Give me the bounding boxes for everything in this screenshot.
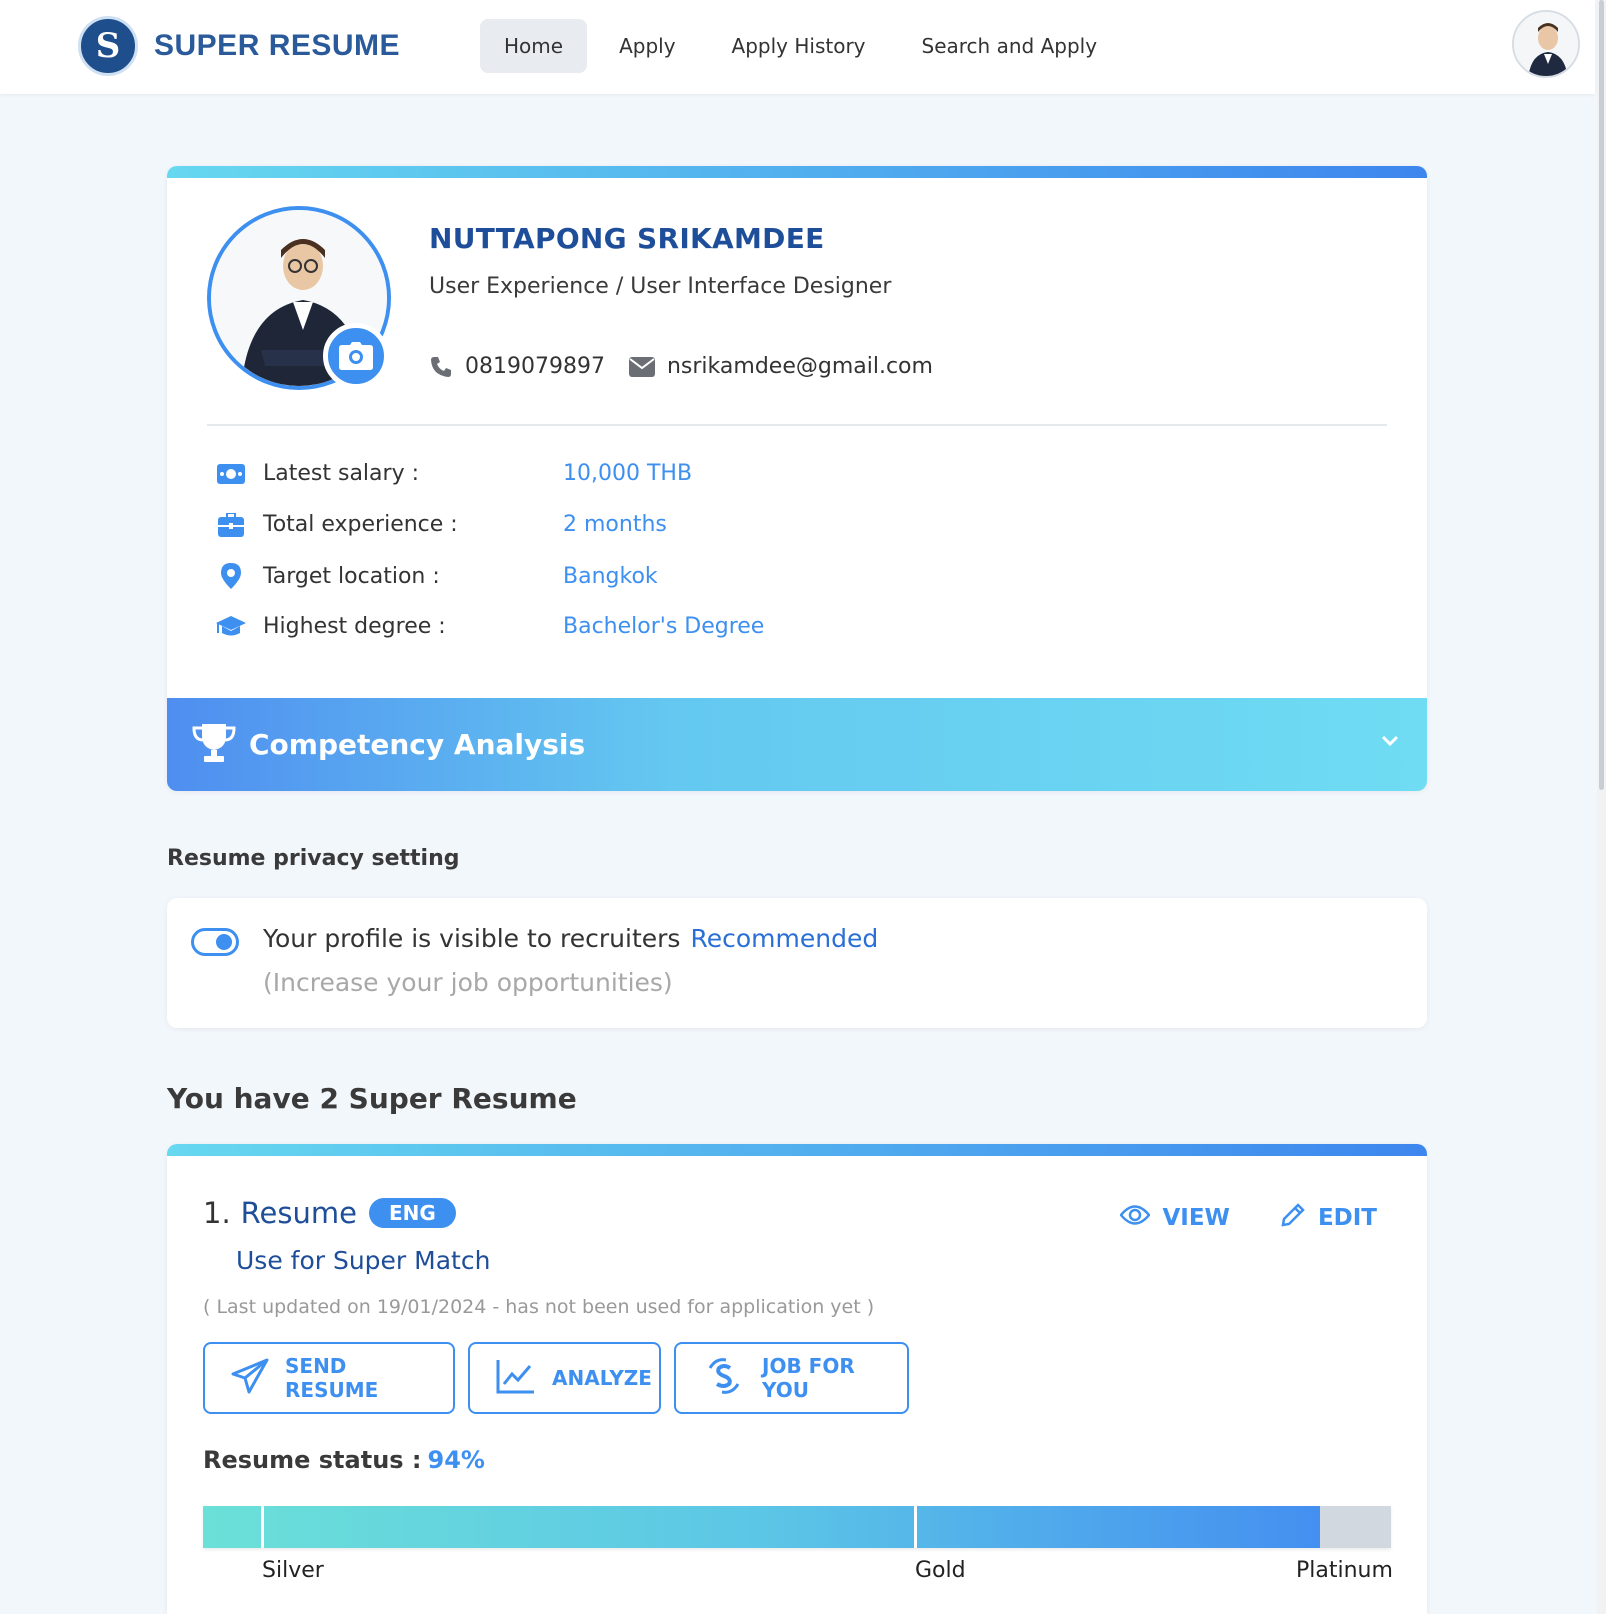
progress-tick-silver bbox=[261, 1506, 264, 1548]
resume-status-value: 94% bbox=[427, 1446, 485, 1474]
privacy-card: Your profile is visible to recruiters Rec… bbox=[167, 898, 1427, 1028]
profile-email[interactable]: nsrikamdee@gmail.com bbox=[667, 354, 933, 379]
view-label: VIEW bbox=[1162, 1205, 1230, 1231]
profile-visibility-toggle[interactable] bbox=[191, 928, 239, 956]
resume-number: 1. bbox=[203, 1196, 231, 1230]
money-icon bbox=[215, 463, 247, 484]
resume-last-updated: ( Last updated on 19/01/2024 - has not b… bbox=[203, 1296, 875, 1318]
detail-label: Highest degree : bbox=[263, 614, 446, 639]
level-gold: Gold bbox=[915, 1558, 966, 1583]
logo-badge-icon: S bbox=[78, 16, 138, 76]
view-button[interactable]: VIEW bbox=[1119, 1202, 1230, 1234]
detail-row-experience: Total experience : 2 months bbox=[215, 512, 667, 537]
edit-button[interactable]: EDIT bbox=[1280, 1202, 1377, 1234]
resume-count-heading: You have 2 Super Resume bbox=[167, 1082, 577, 1115]
privacy-status: Your profile is visible to recruiters Rec… bbox=[263, 924, 878, 953]
location-pin-icon bbox=[215, 563, 247, 589]
recommended-label: Recommended bbox=[690, 924, 879, 953]
profile-name: NUTTAPONG SRIKAMDEE bbox=[429, 222, 825, 255]
top-navbar: S SUPER RESUME Home Apply Apply History … bbox=[0, 0, 1595, 94]
progress-tick-gold bbox=[914, 1506, 917, 1548]
detail-label: Total experience : bbox=[263, 512, 458, 537]
phone-icon bbox=[429, 355, 453, 379]
level-silver: Silver bbox=[262, 1558, 324, 1583]
camera-icon bbox=[339, 342, 373, 370]
pencil-icon bbox=[1280, 1202, 1306, 1234]
resume-name[interactable]: Resume bbox=[241, 1196, 357, 1230]
nav-item-apply[interactable]: Apply bbox=[595, 19, 699, 73]
profile-contact: 0819079897 nsrikamdee@gmail.com bbox=[429, 354, 933, 379]
detail-row-salary: Latest salary : 10,000 THB bbox=[215, 461, 692, 486]
detail-value: 10,000 THB bbox=[563, 461, 693, 486]
super-match-icon bbox=[702, 1356, 746, 1401]
brand-name: SUPER RESUME bbox=[154, 29, 401, 62]
send-resume-button[interactable]: SEND RESUME bbox=[203, 1342, 455, 1414]
card-accent-strip bbox=[167, 1144, 1427, 1156]
job-for-you-button[interactable]: JOB FOR YOU bbox=[674, 1342, 909, 1414]
trophy-icon bbox=[191, 722, 237, 768]
detail-row-location: Target location : Bangkok bbox=[215, 563, 658, 589]
profile-title: User Experience / User Interface Designe… bbox=[429, 274, 892, 299]
resume-heading: 1. Resume ENG bbox=[203, 1196, 456, 1230]
resume-subtitle: Use for Super Match bbox=[236, 1246, 491, 1275]
briefcase-icon bbox=[215, 512, 247, 537]
graduation-cap-icon bbox=[215, 615, 247, 638]
detail-value: Bangkok bbox=[563, 563, 658, 589]
change-photo-button[interactable] bbox=[323, 323, 389, 389]
resume-card: 1. Resume ENG Use for Super Match ( Last… bbox=[167, 1144, 1427, 1614]
level-platinum: Platinum bbox=[1296, 1558, 1393, 1583]
competency-title: Competency Analysis bbox=[249, 728, 586, 761]
privacy-section-label: Resume privacy setting bbox=[167, 846, 460, 871]
language-badge: ENG bbox=[368, 1198, 456, 1228]
brand-logo[interactable]: S SUPER RESUME bbox=[78, 16, 400, 76]
job-for-you-label: JOB FOR YOU bbox=[762, 1354, 855, 1402]
edit-label: EDIT bbox=[1317, 1205, 1377, 1231]
main-nav: Home Apply Apply History Search and Appl… bbox=[480, 19, 1121, 73]
resume-progress-fill bbox=[203, 1506, 1320, 1548]
card-accent-strip bbox=[167, 166, 1427, 178]
detail-value: Bachelor's Degree bbox=[563, 614, 765, 639]
detail-label: Latest salary : bbox=[263, 461, 419, 486]
detail-value: 2 months bbox=[563, 512, 667, 537]
line-chart-icon bbox=[496, 1358, 536, 1399]
resume-actions: VIEW EDIT bbox=[1119, 1202, 1427, 1234]
nav-item-search-and-apply[interactable]: Search and Apply bbox=[898, 19, 1122, 73]
avatar-person-icon bbox=[1514, 12, 1578, 76]
paper-plane-icon bbox=[231, 1358, 269, 1399]
eye-icon bbox=[1119, 1204, 1152, 1232]
profile-phone[interactable]: 0819079897 bbox=[465, 354, 605, 379]
envelope-icon bbox=[628, 356, 655, 377]
chevron-down-icon bbox=[1381, 732, 1399, 751]
analyze-button[interactable]: ANALYZE bbox=[468, 1342, 661, 1414]
detail-row-degree: Highest degree : Bachelor's Degree bbox=[215, 614, 764, 639]
email-group: nsrikamdee@gmail.com bbox=[628, 354, 933, 379]
competency-analysis-toggle[interactable]: Competency Analysis bbox=[167, 698, 1427, 791]
nav-item-apply-history[interactable]: Apply History bbox=[708, 19, 890, 73]
resume-button-row: SEND RESUME ANALYZE JOB FOR YOU bbox=[203, 1342, 909, 1414]
privacy-visible-text: Your profile is visible to recruiters bbox=[263, 924, 681, 953]
resume-status-label: Resume status : bbox=[203, 1446, 422, 1474]
nav-item-home[interactable]: Home bbox=[480, 19, 588, 73]
toggle-knob bbox=[216, 934, 232, 950]
scrollbar-thumb[interactable] bbox=[1599, 0, 1604, 790]
profile-card: NUTTAPONG SRIKAMDEE User Experience / Us… bbox=[167, 166, 1427, 791]
profile-divider bbox=[207, 424, 1387, 426]
privacy-subtext: (Increase your job opportunities) bbox=[263, 968, 673, 997]
user-avatar[interactable] bbox=[1512, 10, 1580, 78]
resume-status: Resume status :94% bbox=[203, 1446, 485, 1474]
send-resume-label: SEND RESUME bbox=[285, 1354, 379, 1402]
analyze-label: ANALYZE bbox=[552, 1366, 652, 1390]
resume-progress-bar bbox=[203, 1506, 1391, 1548]
detail-label: Target location : bbox=[263, 563, 440, 589]
